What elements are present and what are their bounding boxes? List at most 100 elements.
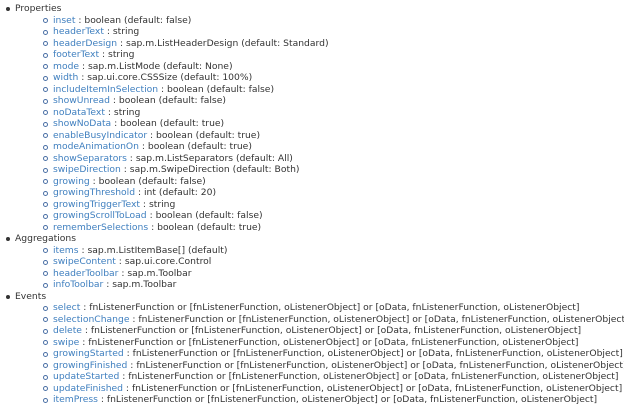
property-link[interactable]: swipeDirection: [53, 164, 121, 175]
event-link[interactable]: growingStarted: [53, 348, 124, 359]
property-link[interactable]: rememberSelections: [53, 222, 148, 233]
bullet-circle-icon: [43, 179, 48, 184]
section-header: Properties: [5, 3, 624, 15]
aggregation-link[interactable]: infoToolbar: [53, 279, 103, 290]
event-link[interactable]: select: [53, 302, 80, 313]
property-signature: : int (default: 20): [135, 187, 217, 198]
event-link[interactable]: updateFinished: [53, 383, 123, 394]
property-signature: : sap.m.ListSeparators (default: All): [126, 152, 293, 164]
bullet-circle-icon: [43, 133, 48, 138]
property-link[interactable]: growing: [53, 176, 90, 187]
property-signature: : boolean (default: true): [148, 221, 262, 233]
property-link[interactable]: showNoData: [53, 118, 111, 129]
property-signature: : sap.m.ListMode (default: None): [79, 60, 233, 72]
bullet-circle-icon: [43, 248, 48, 253]
property-link[interactable]: modeAnimationOn: [53, 141, 139, 152]
event-link[interactable]: swipe: [53, 337, 79, 348]
event-link[interactable]: delete: [53, 325, 82, 336]
property-link[interactable]: showUnread: [53, 95, 110, 106]
property-link[interactable]: mode: [53, 61, 79, 72]
property-list: inset : boolean (default: false) headerT…: [5, 15, 624, 234]
property-signature: : string: [99, 49, 135, 60]
property-signature: : string: [103, 26, 140, 37]
property-link[interactable]: headerText: [53, 26, 104, 37]
list-item: rememberSelections : boolean (default: t…: [42, 222, 624, 234]
bullet-circle-icon: [43, 225, 48, 230]
list-item: growingThreshold : int (default: 20): [42, 187, 624, 199]
section-properties: Properties inset : boolean (default: fal…: [5, 3, 624, 233]
list-item: headerToolbar : sap.m.Toolbar: [42, 268, 624, 280]
bullet-circle-icon: [43, 144, 48, 150]
aggregation-link[interactable]: headerToolbar: [53, 268, 118, 279]
event-signature: : fnListenerFunction or [fnListenerFunct…: [129, 313, 624, 325]
bullet-circle-icon: [43, 29, 48, 35]
event-signature: : fnListenerFunction or [fnListenerFunct…: [123, 382, 623, 394]
property-link[interactable]: width: [53, 72, 78, 83]
bullet-circle-icon: [43, 340, 48, 345]
event-link[interactable]: selectionChange: [53, 314, 129, 325]
aggregation-list: items : sap.m.ListItemBase[] (default) s…: [5, 245, 624, 291]
list-item: headerText : string: [42, 26, 624, 38]
property-signature: : string: [104, 106, 141, 118]
property-link[interactable]: noDataText: [53, 107, 105, 118]
event-link[interactable]: updateStarted: [53, 371, 119, 382]
list-item: footerText : string: [42, 49, 624, 61]
aggregation-signature: : sap.m.Toolbar: [103, 279, 177, 290]
section-title: Events: [15, 290, 47, 302]
property-signature: : boolean (default: true): [147, 129, 261, 141]
aggregation-signature: : sap.m.Toolbar: [118, 267, 192, 279]
property-link[interactable]: headerDesign: [53, 38, 117, 49]
property-signature: : sap.ui.core.CSSSize (default: 100%): [78, 72, 253, 83]
property-signature: : boolean (default: true): [111, 118, 225, 129]
bullet-circle-icon: [43, 41, 48, 46]
bullet-disc-icon: [6, 237, 10, 241]
event-signature: : fnListenerFunction or [fnListenerFunct…: [119, 371, 619, 382]
property-link[interactable]: includeItemInSelection: [53, 84, 158, 95]
property-signature: : boolean (default: false): [146, 210, 263, 221]
section-header: Aggregations: [5, 233, 624, 245]
property-signature: : sap.m.SwipeDirection (default: Both): [120, 164, 300, 175]
list-item: enableBusyIndicator : boolean (default: …: [42, 130, 624, 142]
event-signature: : fnListenerFunction or [fnListenerFunct…: [123, 348, 623, 359]
event-signature: : fnListenerFunction or [fnListenerFunct…: [127, 359, 624, 371]
aggregation-link[interactable]: items: [53, 245, 79, 256]
bullet-circle-icon: [43, 317, 48, 322]
bullet-circle-icon: [43, 259, 48, 265]
list-item: swipeContent : sap.ui.core.Control: [42, 256, 624, 268]
list-item: showSeparators : sap.m.ListSeparators (d…: [42, 153, 624, 165]
list-item: swipe : fnListenerFunction or [fnListene…: [42, 337, 624, 349]
list-item: showNoData : boolean (default: true): [42, 118, 624, 130]
list-item: itemPress : fnListenerFunction or [fnLis…: [42, 394, 624, 406]
list-item: growing : boolean (default: false): [42, 176, 624, 188]
property-link[interactable]: inset: [53, 15, 75, 26]
property-link[interactable]: growingScrollToLoad: [53, 210, 147, 221]
event-list: select : fnListenerFunction or [fnListen…: [5, 302, 624, 406]
property-link[interactable]: growingThreshold: [53, 187, 135, 198]
bullet-circle-icon: [43, 98, 48, 104]
aggregation-link[interactable]: swipeContent: [53, 256, 116, 267]
property-signature: : boolean (default: false): [89, 175, 206, 187]
bullet-circle-icon: [43, 305, 48, 311]
bullet-circle-icon: [43, 75, 48, 81]
property-link[interactable]: showSeparators: [53, 153, 127, 164]
list-item: infoToolbar : sap.m.Toolbar: [42, 279, 624, 291]
property-link[interactable]: growingTriggerText: [53, 199, 140, 210]
event-link[interactable]: itemPress: [53, 394, 98, 405]
list-item: noDataText : string: [42, 107, 624, 119]
bullet-circle-icon: [43, 87, 48, 92]
event-signature: : fnListenerFunction or [fnListenerFunct…: [79, 336, 579, 348]
list-item: select : fnListenerFunction or [fnListen…: [42, 302, 624, 314]
list-item: updateStarted : fnListenerFunction or [f…: [42, 371, 624, 383]
list-item: width : sap.ui.core.CSSSize (default: 10…: [42, 72, 624, 84]
list-item: growingScrollToLoad : boolean (default: …: [42, 210, 624, 222]
event-link[interactable]: growingFinished: [53, 360, 127, 371]
property-signature: : boolean (default: false): [75, 14, 192, 26]
property-link[interactable]: enableBusyIndicator: [53, 130, 147, 141]
bullet-circle-icon: [43, 121, 48, 127]
list-item: mode : sap.m.ListMode (default: None): [42, 61, 624, 73]
list-item: swipeDirection : sap.m.SwipeDirection (d…: [42, 164, 624, 176]
property-link[interactable]: footerText: [53, 49, 99, 60]
bullet-circle-icon: [43, 213, 48, 219]
event-signature: : fnListenerFunction or [fnListenerFunct…: [80, 302, 580, 313]
list-item: includeItemInSelection : boolean (defaul…: [42, 84, 624, 96]
